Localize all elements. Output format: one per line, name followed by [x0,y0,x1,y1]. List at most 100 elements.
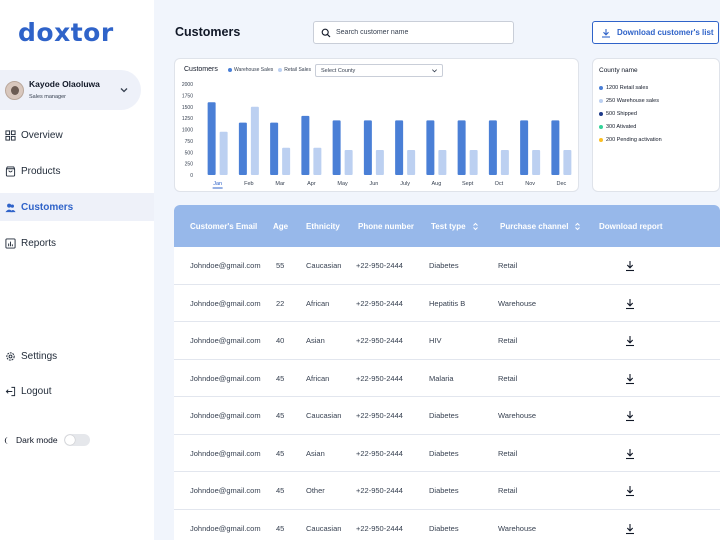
sidebar-item-customers[interactable]: Customers [0,193,154,221]
table-row: Johndoe@gmail.com 45 African +22-950-2444 Ma… [174,360,720,397]
cell-test: HIV [429,336,442,345]
column-header-email[interactable]: Customer's Email [190,205,257,247]
sidebar-item-logout[interactable]: Logout [0,377,154,405]
sidebar: doxtor Kayode Olaoluwa Sales manager Ove… [0,0,154,540]
chevron-down-icon[interactable] [118,84,130,96]
county-legend-label: 300 Ativated [606,123,637,130]
column-header-label: Purchase channel [500,221,569,231]
column-header-label: Customer's Email [190,221,258,231]
county-select[interactable]: Select County [315,64,443,77]
column-header-purchase-channel[interactable]: Purchase channel [500,205,581,247]
logo[interactable]: doxtor [18,18,114,47]
y-tick-label: 1500 [182,105,193,111]
bar-warehouse-jun[interactable] [363,120,372,175]
download-report-icon[interactable] [625,410,635,422]
cell-phone: +22-950-2444 [356,336,403,345]
bar-warehouse-aug[interactable] [426,120,435,175]
bar-warehouse-jan[interactable] [207,102,216,175]
column-header-test-type[interactable]: Test type [431,205,479,247]
county-legend-item: 500 Shipped [599,107,662,120]
cell-channel: Retail [498,336,518,345]
x-tick-label: Apr [307,181,316,187]
legend-label: Retail Sales [284,67,311,73]
bar-warehouse-oct[interactable] [488,120,497,175]
column-header-phone[interactable]: Phone number [358,205,414,247]
x-tick-label: Jun [369,181,378,187]
search-input[interactable] [336,29,506,36]
bar-retail-sept[interactable] [469,149,478,175]
legend-dot [228,68,232,72]
cell-phone: +22-950-2444 [356,411,403,420]
bar-retail-nov[interactable] [532,149,541,175]
sidebar-item-label: Customers [21,201,74,213]
bar-warehouse-nov[interactable] [520,120,529,175]
sidebar-item-settings[interactable]: Settings [0,342,154,370]
y-tick-label: 750 [185,139,194,145]
download-report-icon[interactable] [625,298,635,310]
y-tick-label: 1750 [182,93,193,99]
table-header: Customer's Email Age Ethnicity Phone num… [174,205,720,247]
column-header-age[interactable]: Age [273,205,288,247]
download-report-icon[interactable] [625,485,635,497]
table-row: Johndoe@gmail.com 22 African +22-950-2444 He… [174,285,720,322]
download-report-icon[interactable] [625,523,635,535]
download-report-icon[interactable] [625,260,635,272]
county-legend-label: 1200 Retail sales [606,84,649,91]
county-legend-label: 500 Shipped [606,110,637,117]
bar-retail-may[interactable] [344,149,353,175]
search-icon [321,28,331,37]
bar-retail-jan[interactable] [219,131,228,175]
bar-warehouse-sept[interactable] [457,120,466,175]
cell-ethnicity: Asian [306,448,325,458]
bar-warehouse-july[interactable] [395,120,404,175]
bar-warehouse-may[interactable] [332,120,341,175]
sidebar-item-overview[interactable]: Overview [0,121,154,149]
page-title: Customers [175,25,241,39]
y-tick-label: 2000 [182,82,193,88]
column-header-label: Phone number [358,221,415,231]
cell-age: 45 [276,411,285,420]
cell-age: 45 [276,486,285,495]
cell-ethnicity: Asian [306,336,325,345]
download-report-icon[interactable] [625,335,635,347]
bar-retail-july[interactable] [407,149,416,175]
legend-label: Warehouse Sales [234,67,274,73]
x-tick-label: Sept [462,181,474,187]
sidebar-item-products[interactable]: Products [0,157,154,185]
bar-warehouse-mar[interactable] [270,122,279,175]
column-header-ethnicity[interactable]: Ethnicity [306,205,340,247]
bar-retail-feb[interactable] [250,106,259,175]
user-card[interactable]: Kayode Olaoluwa Sales manager [0,70,141,110]
bar-warehouse-apr[interactable] [301,115,310,175]
download-report-icon[interactable] [625,448,635,460]
cell-ethnicity: African [306,298,330,308]
sort-icon[interactable] [574,222,581,231]
bar-warehouse-feb[interactable] [238,122,247,175]
column-header-label: Age [273,221,289,231]
bar-chart: 0 250 500 750 1000 1250 1500 1750 2000 Jan Feb Mar A… [182,82,572,189]
sort-icon[interactable] [472,222,479,231]
y-tick-label: 0 [190,173,193,179]
county-title: County name [599,67,638,74]
bar-retail-apr[interactable] [313,147,322,175]
bar-retail-oct[interactable] [500,149,509,175]
sidebar-item-label: Reports [21,237,57,249]
bar-retail-aug[interactable] [438,149,447,175]
cell-email: Johndoe@gmail.com [190,298,261,308]
grid-icon [5,129,16,141]
county-legend-item: 200 Pending activation [599,133,662,146]
dark-mode-toggle[interactable] [63,434,90,446]
download-report-icon[interactable] [625,373,635,385]
county-legend-list: 1200 Retail sales 250 Warehouse sales 500 … [599,81,662,146]
download-customers-button[interactable]: Download customer's list [592,21,719,44]
cell-email: Johndoe@gmail.com [190,261,261,270]
sidebar-item-reports[interactable]: Reports [0,229,154,257]
cell-phone: +22-950-2444 [356,261,403,270]
county-legend-item: 250 Warehouse sales [599,94,662,107]
bar-retail-dec[interactable] [563,149,572,175]
table-body: Johndoe@gmail.com 55 Caucasian +22-950-2444… [174,247,720,540]
bar-retail-mar[interactable] [282,147,291,175]
legend-dot [599,137,603,142]
bar-warehouse-dec[interactable] [551,120,560,175]
bar-retail-jun[interactable] [375,149,384,175]
